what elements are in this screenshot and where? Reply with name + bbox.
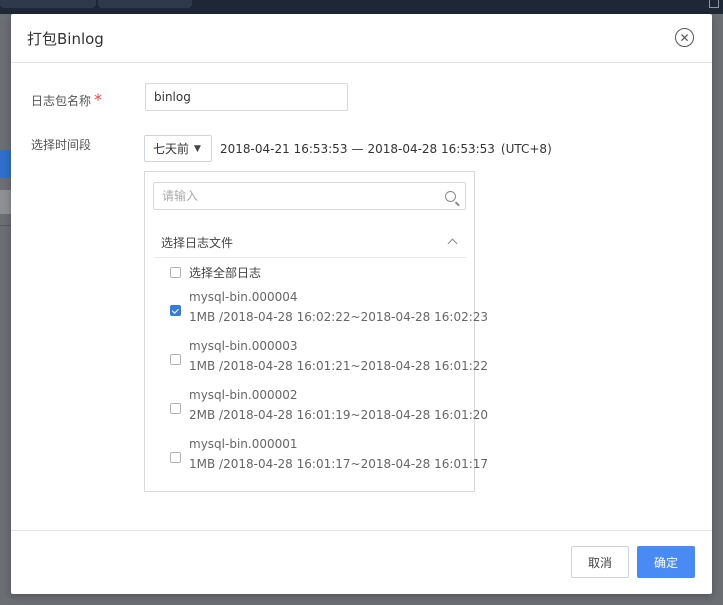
file-name: mysql-bin.000003 [189, 339, 298, 353]
confirm-button[interactable]: 确定 [637, 546, 695, 578]
background-page-fragment [0, 150, 11, 178]
dialog-footer: 取消 确定 [11, 530, 712, 594]
select-all-label: 选择全部日志 [189, 266, 262, 280]
name-row: 日志包名称 * [31, 90, 102, 109]
log-file-group-header[interactable]: 选择日志文件 [154, 228, 466, 258]
background-page-fragment [0, 190, 11, 214]
chevron-up-icon [447, 238, 458, 249]
dialog-title: 打包Binlog [27, 30, 104, 48]
time-range-value: 七天前 [153, 142, 190, 156]
file-meta: 1MB /2018-04-28 16:02:22~2018-04-28 16:0… [189, 310, 489, 324]
list-item: mysql-bin.000002 2MB /2018-04-28 16:01:1… [170, 388, 488, 432]
background-zone-selector [98, 0, 192, 8]
period-label: 选择时间段 [31, 138, 92, 152]
log-file-panel: 选择日志文件 选择全部日志 mysql-bin.000004 1MB /2018… [144, 171, 488, 492]
file-meta: 2MB /2018-04-28 16:01:19~2018-04-28 16:0… [189, 408, 489, 422]
time-range-select[interactable]: 七天前 ▼ [144, 135, 212, 162]
range-start: 2018-04-21 16:53:53 [220, 142, 348, 156]
file-name: mysql-bin.000002 [189, 388, 298, 402]
range-separator: — [351, 142, 364, 156]
list-item: mysql-bin.000001 1MB /2018-04-28 16:01:1… [170, 437, 488, 481]
list-item: mysql-bin.000004 1MB /2018-04-28 16:02:2… [170, 290, 488, 334]
timezone-label: (UTC+8) [500, 142, 552, 156]
search-input[interactable] [154, 183, 434, 209]
file-name: mysql-bin.000004 [189, 290, 298, 304]
file-checkbox[interactable] [170, 403, 181, 414]
background-topbar [0, 0, 723, 14]
period-row: 选择时间段 [31, 134, 91, 153]
range-end: 2018-04-28 16:53:53 [367, 142, 495, 156]
dialog-header: 打包Binlog ✕ [11, 14, 712, 63]
package-name-input[interactable]: binlog [145, 83, 348, 111]
search-icon[interactable] [445, 191, 456, 202]
time-range-display: 2018-04-21 16:53:53—2018-04-28 16:53:53 (… [220, 142, 552, 156]
background-divider [0, 225, 11, 226]
file-meta: 1MB /2018-04-28 16:01:17~2018-04-28 16:0… [189, 457, 489, 471]
cancel-button[interactable]: 取消 [571, 546, 629, 578]
file-checkbox[interactable] [170, 452, 181, 463]
close-icon[interactable]: ✕ [675, 28, 694, 47]
name-label: 日志包名称 [31, 94, 92, 108]
select-all-checkbox[interactable] [170, 267, 181, 278]
file-checkbox[interactable] [170, 354, 181, 365]
pack-binlog-dialog: 打包Binlog ✕ 日志包名称 * binlog 选择时间段 七天前 ▼ 201… [11, 14, 712, 594]
background-region-selector [0, 0, 96, 8]
caret-down-icon: ▼ [194, 143, 201, 154]
required-mark: * [94, 90, 103, 109]
select-all-row: 选择全部日志 [170, 264, 261, 281]
group-title: 选择日志文件 [161, 236, 234, 250]
list-item: mysql-bin.000003 1MB /2018-04-28 16:01:2… [170, 339, 488, 383]
cart-icon [709, 0, 719, 8]
search-box [153, 182, 466, 210]
file-checkbox[interactable] [170, 305, 181, 316]
file-meta: 1MB /2018-04-28 16:01:21~2018-04-28 16:0… [189, 359, 489, 373]
file-name: mysql-bin.000001 [189, 437, 298, 451]
